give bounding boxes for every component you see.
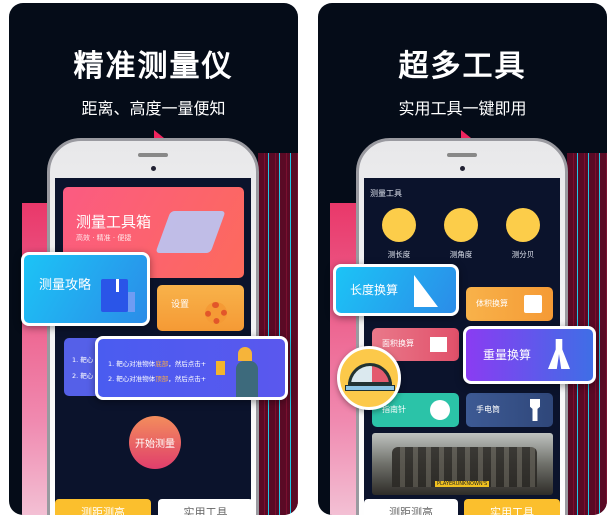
settings-label: 设置: [171, 300, 190, 310]
protractor-icon: [337, 346, 401, 410]
camera: [459, 166, 465, 171]
decor-bar: [22, 203, 48, 515]
tab-measure-distance[interactable]: 测距测高: [55, 499, 151, 515]
flashlight-card[interactable]: 手电筒: [466, 393, 553, 427]
instruction-line-2: 2. 靶心对准物体顶部，然后点击+: [108, 375, 207, 383]
panel-title: 精准测量仪: [73, 49, 234, 84]
house-area-icon: [430, 337, 447, 352]
guide-card[interactable]: 测量攻略: [21, 252, 150, 326]
section-title: 测量工具: [370, 189, 402, 198]
compass-label: 指南针: [382, 405, 406, 414]
weight-icon: [548, 339, 570, 369]
speaker: [447, 153, 477, 157]
instruction-line: 2. 靶心: [72, 372, 94, 380]
instruction-line-1: 1. 靶心对准物体底部，然后点击+: [108, 360, 207, 368]
promo-panel-tools: 超多工具 实用工具一键即用 测量工具 测长度 测角度 测分贝 体积换算 面积换算…: [318, 3, 607, 515]
compass-icon: [430, 400, 450, 420]
speaker: [138, 153, 168, 157]
weight-conversion-card[interactable]: 重量换算: [463, 326, 596, 384]
tab-tools[interactable]: 实用工具: [464, 499, 560, 515]
phone-mockup: 测量工具箱 高效 · 精准 · 便捷 设置 1. 靶心 2. 靶心 开始测量 测…: [47, 138, 259, 515]
length-conversion-card[interactable]: 长度换算: [333, 264, 459, 316]
surveyor-illustration: [236, 361, 258, 397]
banner-title: 测量工具箱: [76, 213, 152, 231]
start-measure-button[interactable]: 开始测量: [129, 416, 181, 469]
theodolite-icon: [216, 361, 225, 375]
tool-label: 测长度: [387, 250, 411, 259]
area-label: 面积换算: [382, 339, 414, 348]
guide-label: 测量攻略: [39, 278, 92, 293]
drill-icon[interactable]: [506, 208, 540, 242]
instruction-card: 1. 靶心对准物体底部，然后点击+ 2. 靶心对准物体顶部，然后点击+: [95, 336, 288, 400]
book-icon: [101, 279, 135, 312]
panel-title: 超多工具: [398, 49, 527, 84]
camera: [150, 166, 156, 171]
instruction-line: 1. 靶心: [72, 356, 94, 364]
panel-subtitle: 距离、高度一量便知: [81, 99, 226, 118]
banner-tagline: 高效 · 精准 · 便捷: [76, 234, 132, 242]
tape-measure-icon[interactable]: [382, 208, 416, 242]
game-ad-banner[interactable]: PLAYERUNKNOWN'S: [372, 433, 553, 495]
set-square-icon: [414, 275, 438, 307]
weight-label: 重量换算: [483, 348, 532, 362]
tab-tools[interactable]: 实用工具: [158, 499, 253, 515]
gear-icon: [205, 302, 227, 324]
panel-subtitle: 实用工具一键即用: [398, 99, 527, 118]
volume-card[interactable]: 体积换算: [466, 287, 553, 321]
length-label: 长度换算: [350, 283, 399, 297]
surveyor-helmet-icon: [238, 347, 252, 361]
settings-card[interactable]: 设置: [157, 285, 244, 331]
tool-label: 测角度: [449, 250, 473, 259]
flashlight-label: 手电筒: [476, 405, 500, 414]
game-logo: PLAYERUNKNOWN'S: [435, 481, 490, 487]
tool-label: 测分贝: [511, 250, 535, 259]
protractor-icon[interactable]: [444, 208, 478, 242]
volume-label: 体积换算: [476, 299, 508, 308]
toolbox-illustration: [155, 211, 226, 253]
tab-measure-distance[interactable]: 测距测高: [364, 499, 458, 515]
cube-icon: [524, 295, 542, 313]
decor-stripes: [258, 153, 298, 515]
flashlight-icon: [530, 399, 540, 421]
